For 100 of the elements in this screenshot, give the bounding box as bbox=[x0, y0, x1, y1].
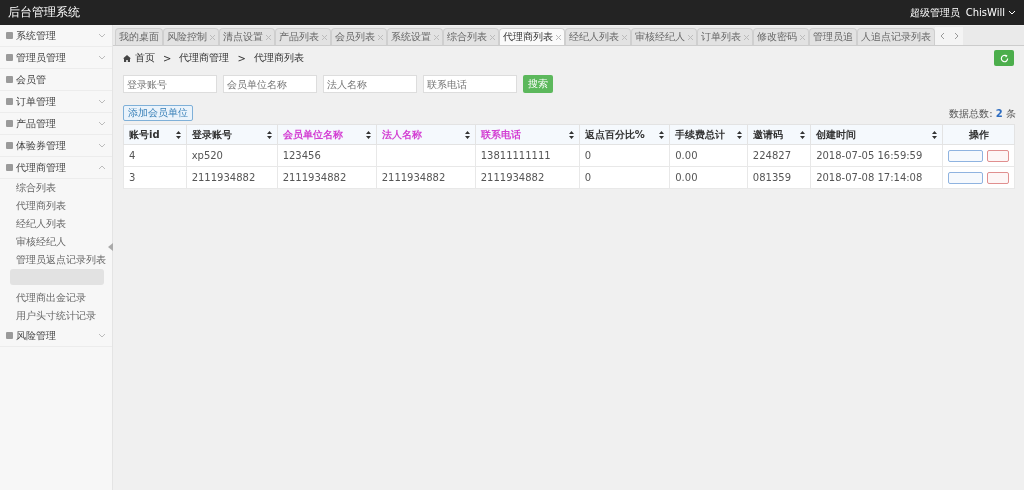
sort-icon[interactable] bbox=[932, 130, 937, 139]
sidebar-subitem[interactable]: 综合列表 bbox=[0, 179, 112, 197]
square-icon bbox=[6, 332, 13, 339]
tab-scroll-right-button[interactable] bbox=[949, 27, 963, 45]
sidebar-subitem[interactable]: 代理商列表 bbox=[0, 197, 112, 215]
close-icon[interactable] bbox=[744, 34, 749, 40]
close-icon[interactable] bbox=[210, 34, 215, 40]
sort-icon[interactable] bbox=[464, 130, 470, 139]
table-cell: 2111934882 bbox=[381, 172, 446, 183]
column-header: 返点百分比% bbox=[584, 127, 645, 142]
sort-icon[interactable] bbox=[175, 130, 181, 139]
page-tab[interactable]: 订单列表 bbox=[697, 28, 753, 45]
table-cell: 2018-07-08 17:14:08 bbox=[816, 172, 923, 183]
close-icon[interactable] bbox=[688, 34, 693, 40]
page-tab[interactable]: 修改密码 bbox=[753, 28, 809, 45]
page-tab[interactable]: 清点设置 bbox=[219, 28, 275, 45]
close-icon[interactable] bbox=[378, 34, 383, 40]
sidebar-item[interactable]: 系统管理 bbox=[0, 25, 112, 47]
close-icon[interactable] bbox=[800, 34, 805, 40]
table-cell: 0.00 bbox=[675, 172, 698, 183]
square-icon bbox=[6, 32, 13, 39]
close-icon[interactable] bbox=[266, 34, 271, 40]
chevron-right-icon bbox=[953, 32, 959, 40]
sort-icon[interactable] bbox=[736, 130, 742, 139]
close-icon[interactable] bbox=[622, 34, 627, 40]
refresh-button[interactable] bbox=[994, 50, 1014, 66]
page-tab[interactable]: 我的桌面 bbox=[115, 28, 163, 45]
filter-field[interactable]: 法人名称 bbox=[323, 75, 417, 93]
column-header: 邀请码 bbox=[752, 127, 783, 142]
column-header: 会员单位名称 bbox=[282, 127, 343, 142]
square-icon bbox=[6, 76, 13, 83]
user-role: 超级管理员 bbox=[909, 5, 960, 20]
column-header: 手续费总计 bbox=[675, 127, 726, 142]
action-button[interactable] bbox=[948, 171, 983, 184]
add-member-button[interactable]: 添加会员单位 bbox=[123, 105, 193, 121]
sidebar-item[interactable]: 会员管 bbox=[0, 69, 112, 91]
action-button[interactable] bbox=[948, 149, 983, 162]
square-icon bbox=[6, 164, 13, 171]
sidebar-item[interactable]: 产品管理 bbox=[0, 113, 112, 135]
sort-icon[interactable] bbox=[568, 130, 574, 139]
close-icon[interactable] bbox=[434, 34, 439, 40]
filter-field[interactable]: 联系电话 bbox=[423, 75, 517, 93]
home-icon bbox=[123, 54, 131, 62]
collapse-arrow-icon[interactable] bbox=[108, 243, 113, 251]
chevron-left-icon bbox=[939, 32, 945, 40]
sidebar-subitem[interactable]: 审核经纪人 bbox=[0, 233, 112, 251]
sidebar-item[interactable]: 风险管理 bbox=[0, 325, 112, 347]
page-tab[interactable]: 会员列表 bbox=[331, 28, 387, 45]
sidebar-item[interactable]: 体验券管理 bbox=[0, 135, 112, 157]
table-cell: 224827 bbox=[752, 150, 792, 161]
square-icon bbox=[6, 54, 13, 61]
sidebar-item[interactable]: 管理员管理 bbox=[0, 47, 112, 69]
square-icon bbox=[6, 142, 13, 149]
page-tab[interactable]: 系统设置 bbox=[387, 28, 443, 45]
app-title: 后台管理系统 bbox=[8, 4, 81, 21]
table-cell: 0 bbox=[584, 150, 592, 161]
breadcrumb-item[interactable]: 首页 bbox=[135, 51, 155, 65]
square-icon bbox=[6, 120, 13, 127]
breadcrumb-item[interactable]: 代理商管理 bbox=[179, 51, 230, 65]
tab-scroll-left-button[interactable] bbox=[935, 27, 949, 45]
page-tab[interactable]: 审核经纪人 bbox=[631, 28, 697, 45]
close-icon[interactable] bbox=[556, 34, 561, 40]
column-header: 登录账号 bbox=[191, 127, 232, 142]
page-tab[interactable]: 风险控制 bbox=[163, 28, 219, 45]
table-cell: 081359 bbox=[752, 172, 792, 183]
sidebar-subitem[interactable]: 代理商出金记录 bbox=[0, 289, 112, 307]
sort-icon[interactable] bbox=[800, 130, 806, 139]
chevron-down-icon bbox=[1008, 9, 1016, 16]
page-tab[interactable]: 经纪人列表 bbox=[565, 28, 631, 45]
column-header: 法人名称 bbox=[381, 127, 422, 142]
table-cell: 2018-07-05 16:59:59 bbox=[816, 150, 923, 161]
table-cell: 0.00 bbox=[675, 150, 698, 161]
sidebar-subitem[interactable]: 经纪人列表 bbox=[0, 215, 112, 233]
total-unit: 条 bbox=[1006, 108, 1016, 119]
table-cell: 2111934882 bbox=[480, 172, 545, 183]
filter-field[interactable]: 登录账号 bbox=[123, 75, 217, 93]
page-tab[interactable]: 人追点记录列表 bbox=[857, 28, 935, 45]
sort-icon[interactable] bbox=[659, 130, 665, 139]
sidebar-item[interactable]: 订单管理 bbox=[0, 91, 112, 113]
delete-button[interactable] bbox=[987, 149, 1009, 162]
table-cell: 0 bbox=[584, 172, 592, 183]
delete-button[interactable] bbox=[987, 171, 1009, 184]
sidebar-subitem[interactable]: 用户头寸统计记录 bbox=[0, 307, 112, 325]
sidebar-item[interactable]: 代理商管理 bbox=[0, 157, 112, 179]
close-icon[interactable] bbox=[490, 34, 495, 40]
sort-icon[interactable] bbox=[266, 130, 272, 139]
table-cell: 3 bbox=[129, 172, 136, 183]
column-header: 联系电话 bbox=[480, 127, 521, 142]
sort-icon[interactable] bbox=[365, 130, 371, 139]
filter-field[interactable]: 会员单位名称 bbox=[223, 75, 317, 93]
breadcrumb-item: 代理商列表 bbox=[253, 51, 304, 65]
user-menu[interactable]: ChisWill bbox=[965, 7, 1016, 18]
close-icon[interactable] bbox=[322, 34, 327, 40]
refresh-icon bbox=[999, 53, 1009, 63]
table-cell: 13811111111 bbox=[480, 150, 551, 161]
sidebar-subitem[interactable]: 管理员返点记录列表 bbox=[0, 251, 112, 269]
page-tab[interactable]: 综合列表 bbox=[443, 28, 499, 45]
page-tab[interactable]: 代理商列表 bbox=[499, 28, 565, 45]
page-tab[interactable]: 管理员追 bbox=[809, 28, 857, 45]
page-tab[interactable]: 产品列表 bbox=[275, 28, 331, 45]
